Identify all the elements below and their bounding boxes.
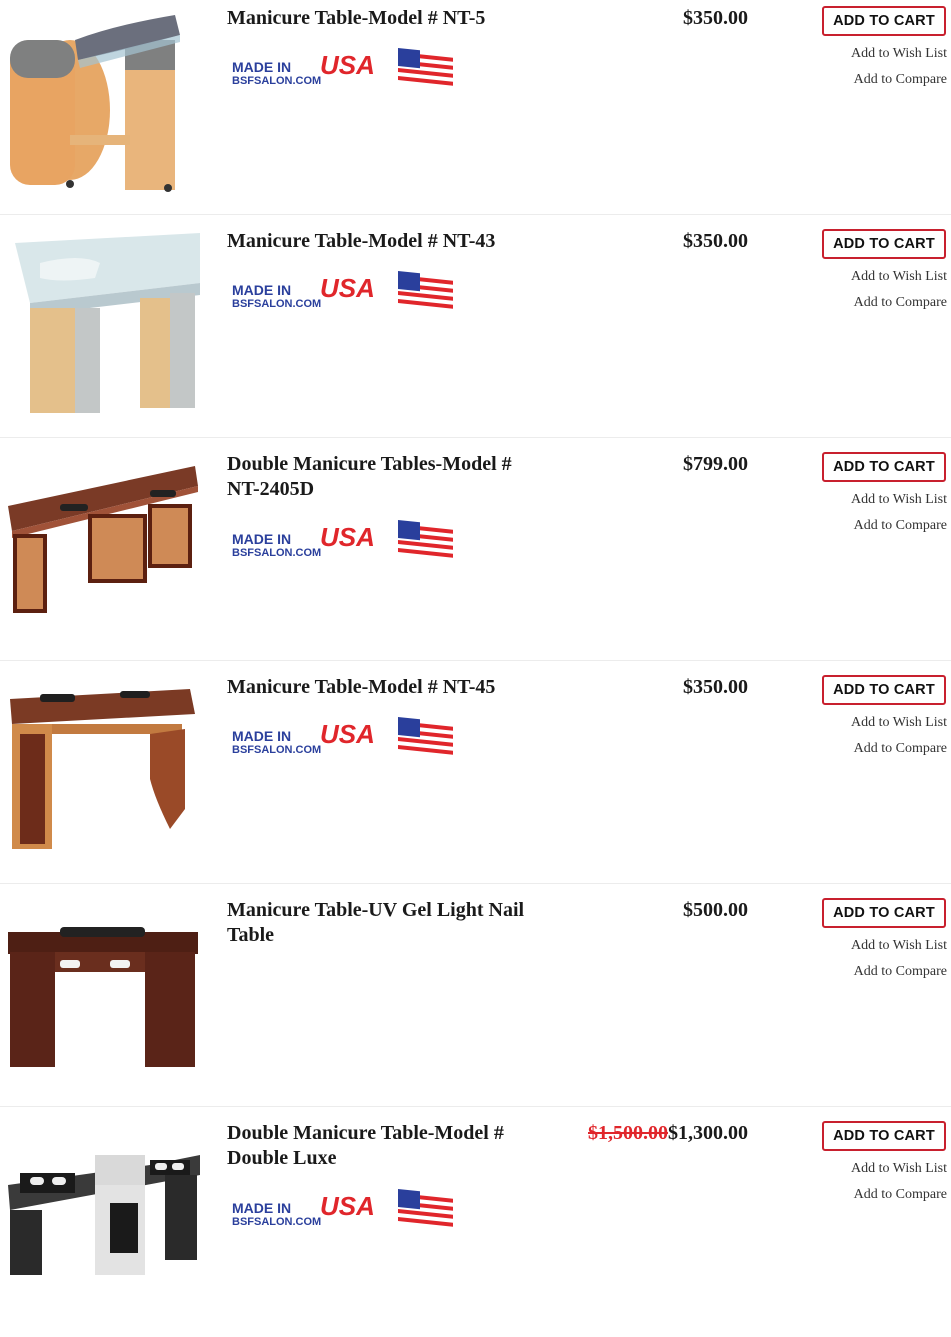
product-image[interactable]: [0, 446, 205, 646]
product-row: Double Manicure Table-Model # Double Lux…: [0, 1115, 951, 1337]
product-price: $799.00: [683, 453, 748, 475]
badge-made-in: MADE IN: [232, 1200, 291, 1216]
made-in-usa-badge: MADE IN USA BSFSALON.COM: [228, 42, 458, 90]
add-to-wish-list-link[interactable]: Add to Wish List: [851, 492, 947, 508]
product-price: $500.00: [683, 899, 748, 921]
product-row: Manicure Table-Model # NT-43 MADE IN USA…: [0, 223, 951, 445]
product-price: $350.00: [683, 676, 748, 698]
add-to-cart-button[interactable]: ADD TO CART: [822, 6, 946, 36]
badge-made-in: MADE IN: [232, 728, 291, 744]
row-divider: [0, 660, 951, 661]
add-to-compare-link[interactable]: Add to Compare: [854, 518, 947, 534]
badge-site: BSFSALON.COM: [232, 547, 321, 559]
badge-usa: USA: [320, 522, 375, 552]
product-row: Manicure Table-Model # NT-5 MADE IN USA …: [0, 0, 951, 222]
product-image[interactable]: [0, 0, 205, 200]
add-to-wish-list-link[interactable]: Add to Wish List: [851, 715, 947, 731]
add-to-wish-list-link[interactable]: Add to Wish List: [851, 938, 947, 954]
made-in-usa-badge: MADE IN USA BSFSALON.COM: [228, 265, 458, 313]
row-divider: [0, 1106, 951, 1107]
product-image[interactable]: [0, 669, 205, 869]
add-to-cart-button[interactable]: ADD TO CART: [822, 898, 946, 928]
badge-site: BSFSALON.COM: [232, 744, 321, 756]
add-to-cart-button[interactable]: ADD TO CART: [822, 229, 946, 259]
sale-price: $1,300.00: [668, 1122, 748, 1144]
add-to-wish-list-link[interactable]: Add to Wish List: [851, 1161, 947, 1177]
row-divider: [0, 437, 951, 438]
product-image[interactable]: [0, 223, 205, 423]
add-to-compare-link[interactable]: Add to Compare: [854, 1187, 947, 1203]
product-title[interactable]: Double Manicure Tables-Model # NT-2405D: [227, 452, 547, 502]
add-to-cart-button[interactable]: ADD TO CART: [822, 1121, 946, 1151]
row-divider: [0, 214, 951, 215]
product-price: $1,500.00$1,300.00: [560, 1121, 748, 1146]
add-to-compare-link[interactable]: Add to Compare: [854, 964, 947, 980]
original-price: $1,500.00: [588, 1122, 668, 1144]
product-image[interactable]: [0, 892, 205, 1092]
made-in-usa-badge: MADE IN USA BSFSALON.COM: [228, 514, 458, 562]
product-price: $350.00: [683, 230, 748, 252]
add-to-compare-link[interactable]: Add to Compare: [854, 295, 947, 311]
product-row: Manicure Table-Model # NT-45 MADE IN USA…: [0, 669, 951, 891]
made-in-usa-badge: MADE IN USA BSFSALON.COM: [228, 711, 458, 759]
product-title[interactable]: Manicure Table-Model # NT-45: [227, 675, 547, 700]
product-title[interactable]: Manicure Table-UV Gel Light Nail Table: [227, 898, 547, 948]
product-image[interactable]: [0, 1115, 205, 1315]
add-to-cart-button[interactable]: ADD TO CART: [822, 675, 946, 705]
badge-usa: USA: [320, 273, 375, 303]
product-title[interactable]: Manicure Table-Model # NT-43: [227, 229, 547, 254]
badge-usa: USA: [320, 50, 375, 80]
add-to-compare-link[interactable]: Add to Compare: [854, 72, 947, 88]
badge-site: BSFSALON.COM: [232, 75, 321, 87]
badge-made-in: MADE IN: [232, 282, 291, 298]
add-to-wish-list-link[interactable]: Add to Wish List: [851, 46, 947, 62]
add-to-compare-link[interactable]: Add to Compare: [854, 741, 947, 757]
product-title[interactable]: Manicure Table-Model # NT-5: [227, 6, 547, 31]
add-to-cart-button[interactable]: ADD TO CART: [822, 452, 946, 482]
badge-site: BSFSALON.COM: [232, 298, 321, 310]
row-divider: [0, 883, 951, 884]
badge-made-in: MADE IN: [232, 531, 291, 547]
product-row: Manicure Table-UV Gel Light Nail Table $…: [0, 892, 951, 1114]
badge-made-in: MADE IN: [232, 59, 291, 75]
product-price: $350.00: [683, 7, 748, 29]
badge-usa: USA: [320, 1191, 375, 1221]
badge-usa: USA: [320, 719, 375, 749]
product-row: Double Manicure Tables-Model # NT-2405D …: [0, 446, 951, 668]
made-in-usa-badge: MADE IN USA BSFSALON.COM: [228, 1183, 458, 1231]
add-to-wish-list-link[interactable]: Add to Wish List: [851, 269, 947, 285]
product-title[interactable]: Double Manicure Table-Model # Double Lux…: [227, 1121, 547, 1171]
badge-site: BSFSALON.COM: [232, 1216, 321, 1228]
